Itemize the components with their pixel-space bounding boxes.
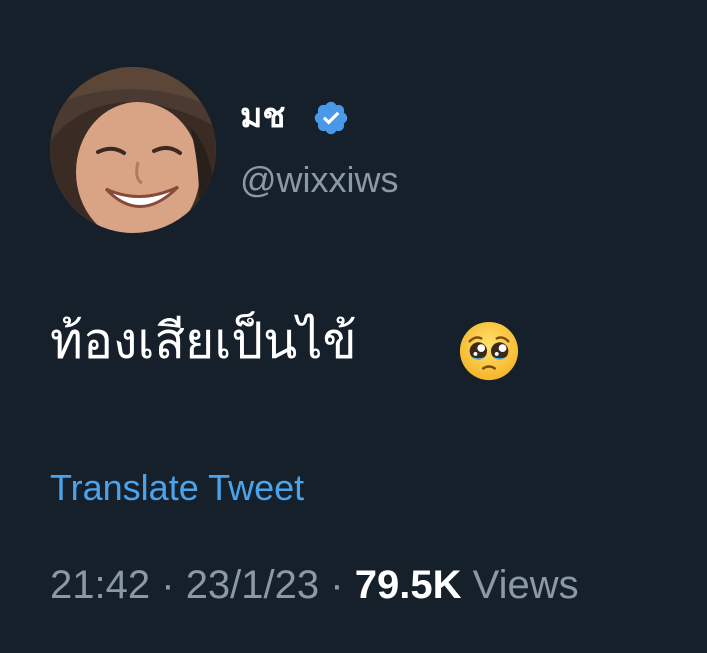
meta-separator: · [330, 563, 344, 607]
views-label[interactable]: Views [473, 563, 579, 607]
tweet-date[interactable]: 23/1/23 [186, 563, 319, 607]
tweet-card: มช @wixxiws ท้องเสียเป็นไข้ Translate Tw… [0, 0, 707, 653]
meta-separator: · [161, 563, 175, 607]
pleading-face-emoji-icon [459, 321, 519, 381]
views-count[interactable]: 79.5K [355, 563, 462, 607]
tweet-meta: 21:42 · 23/1/23 · 79.5K Views [50, 560, 579, 610]
tweet-time[interactable]: 21:42 [50, 563, 150, 607]
display-name[interactable]: มช [240, 96, 286, 136]
tweet-text: ท้องเสียเป็นไข้ [50, 312, 357, 370]
avatar-photo-icon [50, 67, 216, 233]
user-handle[interactable]: @wixxiws [240, 158, 399, 202]
avatar[interactable] [50, 67, 216, 233]
translate-tweet-link[interactable]: Translate Tweet [50, 466, 304, 510]
verified-badge-icon [314, 101, 348, 135]
